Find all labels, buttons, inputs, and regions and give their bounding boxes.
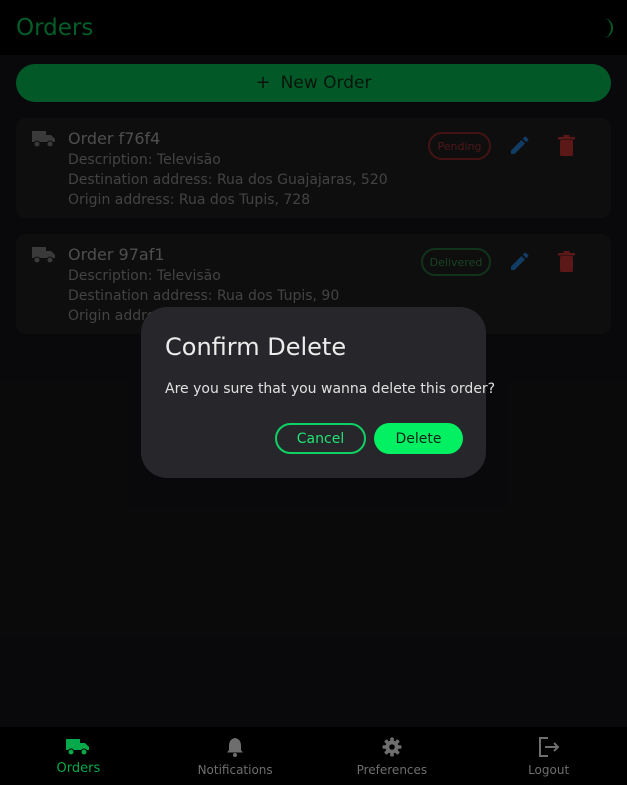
dialog-title: Confirm Delete bbox=[165, 333, 347, 361]
dialog-message: Are you sure that you wanna delete this … bbox=[165, 381, 496, 397]
bottom-navigation: Orders Notifications Preferences Logout bbox=[0, 727, 627, 785]
nav-label-logout: Logout bbox=[528, 763, 570, 777]
nav-item-notifications[interactable]: Notifications bbox=[157, 727, 314, 785]
nav-label-orders: Orders bbox=[56, 761, 101, 776]
logout-icon bbox=[538, 737, 560, 757]
delete-button[interactable]: Delete bbox=[374, 423, 463, 454]
nav-label-notifications: Notifications bbox=[197, 763, 273, 777]
cancel-button[interactable]: Cancel bbox=[275, 423, 366, 454]
nav-item-preferences[interactable]: Preferences bbox=[314, 727, 471, 785]
nav-label-preferences: Preferences bbox=[356, 763, 428, 777]
truck-icon bbox=[66, 739, 90, 756]
nav-item-orders[interactable]: Orders bbox=[0, 727, 157, 785]
gear-icon bbox=[382, 737, 402, 757]
bell-icon bbox=[227, 738, 244, 757]
nav-item-logout[interactable]: Logout bbox=[470, 727, 627, 785]
confirm-delete-dialog: Confirm Delete Are you sure that you wan… bbox=[141, 307, 495, 478]
app-root: Orders + New Order Order f76f4 Descripti… bbox=[0, 0, 627, 785]
